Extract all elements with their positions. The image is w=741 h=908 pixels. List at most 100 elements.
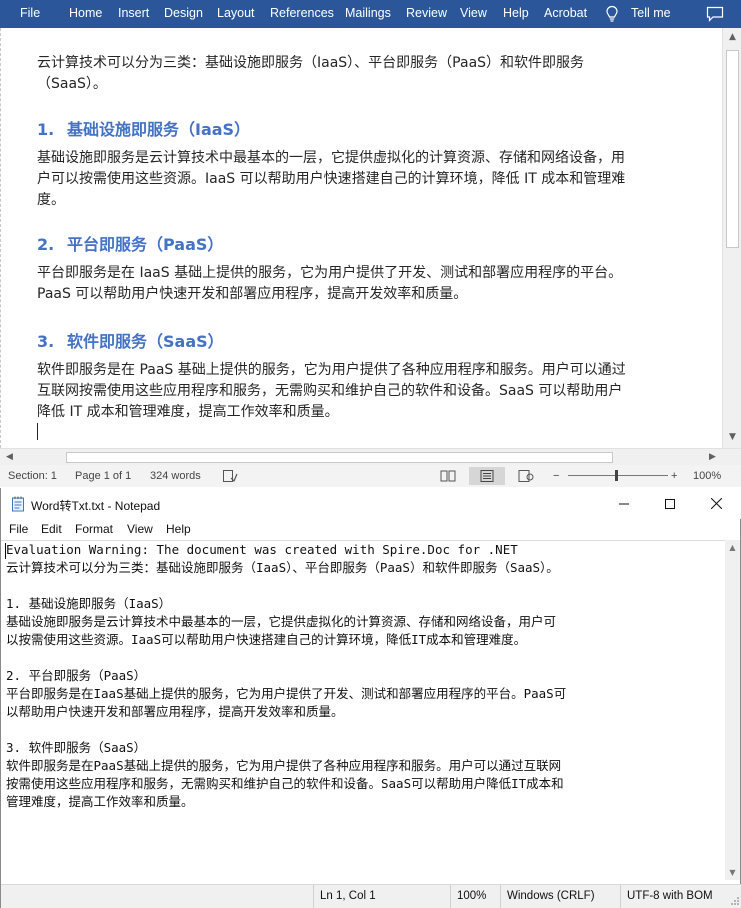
tab-mailings[interactable]: Mailings bbox=[345, 6, 391, 20]
zoom-slider-thumb[interactable] bbox=[615, 470, 618, 481]
maximize-button[interactable] bbox=[647, 488, 693, 519]
close-button[interactable] bbox=[693, 488, 739, 519]
iaas-para-line-3: 度。 bbox=[37, 192, 65, 208]
read-mode-button[interactable] bbox=[430, 467, 466, 485]
heading-number: 3. bbox=[37, 332, 55, 351]
text-line: 按需使用这些应用程序和服务，无需购买和维护自己的软件和设备。SaaS可以帮助用户… bbox=[6, 776, 564, 791]
text-line: Evaluation Warning: The document was cre… bbox=[6, 542, 518, 557]
paas-para-line-2: PaaS 可以帮助用户快速开发和部署应用程序，提高开发效率和质量。 bbox=[37, 286, 468, 302]
minimize-icon bbox=[619, 503, 629, 504]
tab-insert[interactable]: Insert bbox=[118, 6, 149, 20]
encoding: UTF-8 with BOM bbox=[620, 885, 740, 908]
tab-acrobat[interactable]: Acrobat bbox=[544, 6, 587, 20]
print-layout-button[interactable] bbox=[469, 467, 505, 485]
intro-line-2: （SaaS）。 bbox=[37, 76, 107, 92]
close-icon bbox=[710, 498, 722, 509]
line-ending: Windows (CRLF) bbox=[500, 885, 620, 908]
text-line: 基础设施即服务是云计算技术中最基本的一层，它提供虚拟化的计算资源、存储和网络设备… bbox=[6, 614, 557, 629]
tab-review[interactable]: Review bbox=[406, 6, 447, 20]
menu-file[interactable]: File bbox=[9, 522, 28, 536]
horizontal-scrollbar[interactable]: ◀ ▶ bbox=[0, 448, 741, 465]
notepad-menu-bar: File Edit Format View Help bbox=[1, 519, 741, 540]
text-line: 1. 基础设施即服务（IaaS） bbox=[6, 596, 172, 611]
text-line: 以帮助用户快速开发和部署应用程序，提高开发效率和质量。 bbox=[6, 704, 344, 719]
scroll-down-icon[interactable]: ▼ bbox=[727, 432, 738, 443]
notepad-app-icon bbox=[12, 496, 24, 512]
text-line: 以按需使用这些资源。IaaS可以帮助用户快速搭建自己的计算环境，降低IT成本和管… bbox=[6, 632, 527, 647]
heading-number: 1. bbox=[37, 120, 55, 139]
scroll-left-icon[interactable]: ◀ bbox=[4, 452, 15, 463]
tab-file[interactable]: File bbox=[20, 6, 40, 20]
text-line: 云计算技术可以分为三类：基础设施即服务（IaaS）、平台即服务（PaaS）和软件… bbox=[6, 560, 559, 575]
text-line: 2. 平台即服务（PaaS） bbox=[6, 668, 147, 683]
notepad-text-area[interactable]: Evaluation Warning: The document was cre… bbox=[1, 540, 725, 880]
tab-design[interactable]: Design bbox=[164, 6, 203, 20]
scroll-right-icon[interactable]: ▶ bbox=[707, 452, 718, 463]
iaas-para-line-2: 户可以按需使用这些资源。IaaS 可以帮助用户快速搭建自己的计算环境，降低 IT… bbox=[37, 171, 626, 187]
zoom-level[interactable]: 100% bbox=[693, 470, 721, 482]
text-cursor bbox=[37, 423, 38, 440]
word-window: File Home Insert Design Layout Reference… bbox=[0, 0, 741, 487]
heading-paas: 2. 平台即服务（PaaS） bbox=[37, 231, 223, 255]
scroll-up-icon[interactable]: ▲ bbox=[728, 543, 737, 552]
document-canvas[interactable]: 云计算技术可以分为三类：基础设施即服务（IaaS）、平台即服务（PaaS）和软件… bbox=[0, 28, 722, 448]
heading-text: 平台即服务（PaaS） bbox=[67, 235, 224, 254]
notepad-status-bar: Ln 1, Col 1 100% Windows (CRLF) UTF-8 wi… bbox=[1, 884, 741, 908]
scroll-up-icon[interactable]: ▲ bbox=[727, 32, 738, 43]
text-line: 软件即服务是在PaaS基础上提供的服务，它为用户提供了各种应用程序和服务。用户可… bbox=[6, 758, 562, 773]
heading-text: 软件即服务（SaaS） bbox=[67, 332, 224, 351]
zoom-slider-track[interactable] bbox=[568, 475, 668, 476]
zoom-in-button[interactable]: + bbox=[671, 470, 677, 482]
scroll-down-icon[interactable]: ▼ bbox=[728, 868, 737, 877]
resize-grip-icon[interactable] bbox=[730, 896, 740, 906]
section-indicator[interactable]: Section: 1 bbox=[8, 470, 57, 482]
heading-saas: 3. 软件即服务（SaaS） bbox=[37, 328, 224, 352]
lightbulb-icon[interactable] bbox=[605, 5, 619, 23]
tab-layout[interactable]: Layout bbox=[217, 6, 255, 20]
intro-line-1: 云计算技术可以分为三类：基础设施即服务（IaaS）、平台即服务（PaaS）和软件… bbox=[37, 55, 585, 71]
maximize-icon bbox=[665, 498, 675, 509]
notepad-title-bar[interactable]: Word转Txt.txt - Notepad bbox=[1, 488, 741, 519]
minimize-button[interactable] bbox=[601, 488, 647, 519]
text-line: 平台即服务是在IaaS基础上提供的服务，它为用户提供了开发、测试和部署应用程序的… bbox=[6, 686, 567, 701]
notepad-window: Word转Txt.txt - Notepad File Edit Format … bbox=[0, 488, 741, 908]
page-indicator[interactable]: Page 1 of 1 bbox=[75, 470, 131, 482]
menu-format[interactable]: Format bbox=[75, 522, 113, 536]
print-layout-icon bbox=[480, 470, 494, 482]
iaas-para-line-1: 基础设施即服务是云计算技术中最基本的一层，它提供虚拟化的计算资源、存储和网络设备… bbox=[37, 150, 625, 166]
tab-home[interactable]: Home bbox=[69, 6, 102, 20]
menu-view[interactable]: View bbox=[127, 522, 153, 536]
notepad-vertical-scrollbar[interactable]: ▲ ▼ bbox=[725, 540, 740, 880]
tab-help[interactable]: Help bbox=[503, 6, 529, 20]
web-layout-icon bbox=[518, 470, 534, 482]
ribbon-tab-bar: File Home Insert Design Layout Reference… bbox=[0, 0, 741, 28]
comments-icon[interactable] bbox=[706, 6, 724, 22]
zoom-out-button[interactable]: − bbox=[553, 470, 559, 482]
menu-help[interactable]: Help bbox=[166, 522, 191, 536]
hscroll-thumb[interactable] bbox=[66, 452, 613, 463]
heading-number: 2. bbox=[37, 235, 55, 254]
text-line: 管理难度，提高工作效率和质量。 bbox=[6, 794, 194, 809]
saas-para-line-3: 降低 IT 成本和管理难度，提高工作效率和质量。 bbox=[37, 404, 339, 420]
saas-para-line-2: 互联网按需使用这些应用程序和服务，无需购买和维护自己的软件和设备。SaaS 可以… bbox=[37, 383, 623, 399]
text-line: 3. 软件即服务（SaaS） bbox=[6, 740, 147, 755]
text-cursor bbox=[5, 543, 6, 559]
proofing-icon[interactable] bbox=[222, 469, 238, 483]
notepad-zoom: 100% bbox=[450, 885, 500, 908]
menu-edit[interactable]: Edit bbox=[41, 522, 62, 536]
paas-para-line-1: 平台即服务是在 IaaS 基础上提供的服务，它为用户提供了开发、测试和部署应用程… bbox=[37, 265, 623, 281]
heading-text: 基础设施即服务（IaaS） bbox=[67, 120, 251, 139]
tell-me-search[interactable]: Tell me bbox=[631, 6, 671, 20]
scroll-thumb[interactable] bbox=[726, 50, 739, 248]
read-mode-icon bbox=[440, 470, 456, 482]
window-title: Word转Txt.txt - Notepad bbox=[31, 499, 161, 513]
tab-references[interactable]: References bbox=[270, 6, 334, 20]
web-layout-button[interactable] bbox=[508, 467, 544, 485]
word-status-bar: Section: 1 Page 1 of 1 324 words − + 100… bbox=[0, 465, 741, 487]
saas-para-line-1: 软件即服务是在 PaaS 基础上提供的服务，它为用户提供了各种应用程序和服务。用… bbox=[37, 362, 626, 378]
cursor-position: Ln 1, Col 1 bbox=[313, 885, 448, 908]
vertical-scrollbar[interactable]: ▲ ▼ bbox=[722, 28, 741, 448]
heading-iaas: 1. 基础设施即服务（IaaS） bbox=[37, 116, 250, 140]
tab-view[interactable]: View bbox=[460, 6, 487, 20]
word-count[interactable]: 324 words bbox=[150, 470, 201, 482]
